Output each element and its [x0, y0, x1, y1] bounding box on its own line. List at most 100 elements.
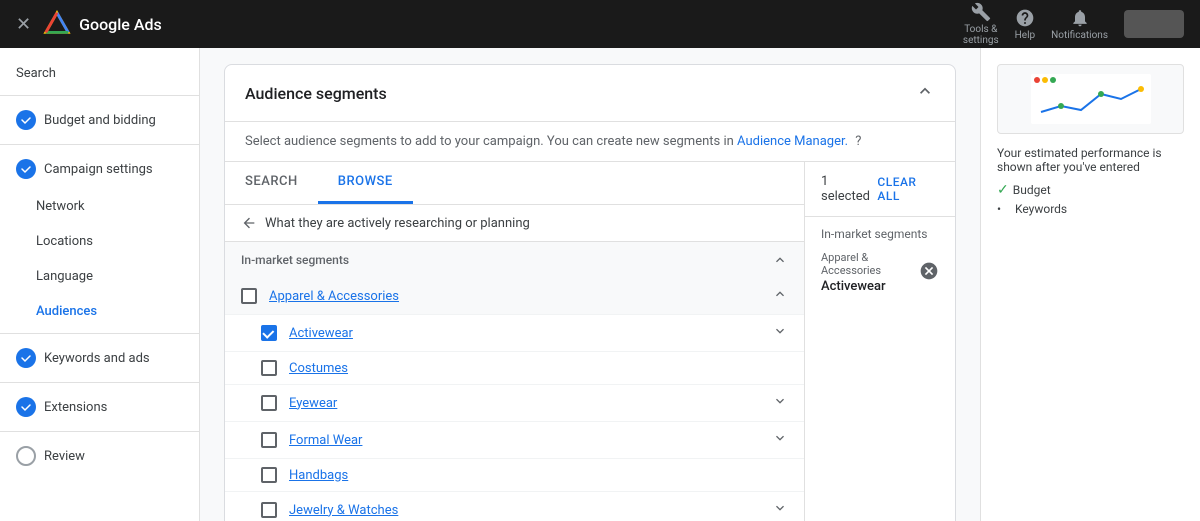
sidebar-item-locations[interactable]: Locations: [0, 224, 199, 259]
chip-remove-button[interactable]: [919, 261, 939, 285]
audience-manager-link[interactable]: Audience Manager.: [737, 134, 848, 149]
check-svg-2: [20, 163, 32, 175]
apparel-expand-icon[interactable]: [772, 286, 788, 306]
sidebar-item-review[interactable]: Review: [0, 436, 199, 476]
user-avatar[interactable]: [1124, 10, 1184, 38]
help-button[interactable]: Help: [1015, 8, 1035, 41]
formal-wear-checkbox[interactable]: [261, 432, 277, 448]
sidebar-label-campaign: Campaign settings: [44, 162, 153, 177]
breadcrumb-text: What they are actively researching or pl…: [265, 216, 530, 231]
keywords-check-icon: [16, 348, 36, 368]
extensions-check-icon: [16, 397, 36, 417]
page-layout: Search Budget and bidding Campaign setti…: [0, 48, 1200, 521]
formal-wear-expand-icon[interactable]: [772, 430, 788, 450]
sidebar-label-network: Network: [36, 199, 85, 214]
sidebar-label-language: Language: [36, 269, 93, 284]
help-label: Help: [1015, 30, 1035, 41]
activewear-expand-icon[interactable]: [772, 323, 788, 343]
sidebar-item-keywords[interactable]: Keywords and ads: [0, 338, 199, 378]
budget-check-icon: [16, 110, 36, 130]
chevron-down-formal-icon: [772, 430, 788, 446]
tab-search[interactable]: SEARCH: [225, 162, 318, 204]
card-description: Select audience segments to add to your …: [225, 122, 955, 162]
segment-item-costumes[interactable]: Costumes: [225, 352, 804, 385]
jewelry-expand-icon[interactable]: [772, 500, 788, 520]
top-nav: ✕ Google Ads Tools &settings Help Notifi…: [0, 0, 1200, 48]
sidebar-item-audiences[interactable]: Audiences: [0, 294, 199, 329]
sidebar-divider-4: [0, 382, 199, 383]
check-svg: [20, 114, 32, 126]
card-header: Audience segments: [225, 65, 955, 122]
selected-count: 1 selected: [821, 174, 877, 204]
sidebar-label-extensions: Extensions: [44, 400, 107, 415]
eyewear-expand-icon[interactable]: [772, 393, 788, 413]
notifications-icon: [1070, 8, 1090, 28]
main-content: Audience segments Select audience segmen…: [200, 48, 980, 521]
app-logo: Google Ads: [43, 10, 162, 38]
sidebar-item-search[interactable]: Search: [0, 56, 199, 91]
tools-settings-button[interactable]: Tools &settings: [963, 2, 999, 46]
tab-panel-right: 1 selected CLEAR ALL In-market segments …: [805, 162, 955, 521]
sidebar-item-budget[interactable]: Budget and bidding: [0, 100, 199, 140]
perf-keywords-label: Keywords: [1015, 202, 1067, 216]
browse-breadcrumb[interactable]: What they are actively researching or pl…: [225, 205, 804, 242]
close-button[interactable]: ✕: [16, 14, 31, 35]
performance-panel: Your estimated performance is shown afte…: [980, 48, 1200, 521]
section-header-label: In-market segments: [241, 253, 349, 267]
chevron-up-apparel-icon: [772, 286, 788, 302]
sidebar-item-language[interactable]: Language: [0, 259, 199, 294]
segment-item-jewelry[interactable]: Jewelry & Watches: [225, 492, 804, 521]
eyewear-checkbox[interactable]: [261, 395, 277, 411]
tools-label: Tools &settings: [963, 24, 999, 46]
sidebar-divider-3: [0, 333, 199, 334]
segment-item-activewear[interactable]: Activewear: [225, 315, 804, 352]
sidebar-item-campaign-settings[interactable]: Campaign settings: [0, 149, 199, 189]
sidebar-divider-1: [0, 95, 199, 96]
back-arrow-icon: [241, 215, 257, 231]
notifications-label: Notifications: [1051, 30, 1108, 41]
apparel-label: Apparel & Accessories: [269, 289, 760, 304]
sidebar-item-network[interactable]: Network: [0, 189, 199, 224]
handbags-checkbox[interactable]: [261, 467, 277, 483]
sidebar-label-keywords: Keywords and ads: [44, 351, 150, 366]
segment-item-apparel-parent[interactable]: Apparel & Accessories: [225, 278, 804, 315]
sidebar-divider-5: [0, 431, 199, 432]
notifications-button[interactable]: Notifications: [1051, 8, 1108, 41]
sidebar-label-locations: Locations: [36, 234, 93, 249]
clear-all-button[interactable]: CLEAR ALL: [877, 175, 939, 203]
activewear-label: Activewear: [289, 326, 760, 341]
costumes-checkbox[interactable]: [261, 360, 277, 376]
collapse-button[interactable]: [915, 81, 935, 105]
segment-item-handbags[interactable]: Handbags: [225, 459, 804, 492]
apparel-checkbox[interactable]: [241, 288, 257, 304]
segment-section-header[interactable]: In-market segments: [225, 242, 804, 278]
activewear-checkbox[interactable]: [261, 325, 277, 341]
chip-parent-label: Apparel & Accessories: [821, 251, 919, 277]
eyewear-label: Eyewear: [289, 396, 760, 411]
card-title: Audience segments: [245, 84, 387, 103]
chevron-down-eyewear-icon: [772, 393, 788, 409]
tabs: SEARCH BROWSE: [225, 162, 804, 205]
help-icon: [1015, 8, 1035, 28]
costumes-label: Costumes: [289, 361, 788, 376]
segment-item-eyewear[interactable]: Eyewear: [225, 385, 804, 422]
campaign-check-icon: [16, 159, 36, 179]
sidebar-item-extensions[interactable]: Extensions: [0, 387, 199, 427]
jewelry-label: Jewelry & Watches: [289, 503, 760, 518]
sidebar: Search Budget and bidding Campaign setti…: [0, 48, 200, 521]
sidebar-label-budget: Budget and bidding: [44, 113, 156, 128]
formal-wear-label: Formal Wear: [289, 433, 760, 448]
budget-check-perf-icon: ✓: [997, 182, 1009, 198]
keywords-bullet-icon: •: [997, 202, 1011, 216]
tools-icon: [971, 2, 991, 22]
google-ads-logo-icon: [43, 10, 71, 38]
jewelry-checkbox[interactable]: [261, 502, 277, 518]
help-tooltip-icon[interactable]: ?: [855, 134, 861, 149]
performance-list: ✓ Budget • Keywords: [997, 182, 1184, 216]
chevron-up-icon: [915, 81, 935, 101]
perf-keywords-item: • Keywords: [997, 202, 1184, 216]
segment-item-formal-wear[interactable]: Formal Wear: [225, 422, 804, 459]
tab-browse[interactable]: BROWSE: [318, 162, 413, 204]
check-svg-3: [20, 352, 32, 364]
selected-header: 1 selected CLEAR ALL: [805, 162, 955, 217]
